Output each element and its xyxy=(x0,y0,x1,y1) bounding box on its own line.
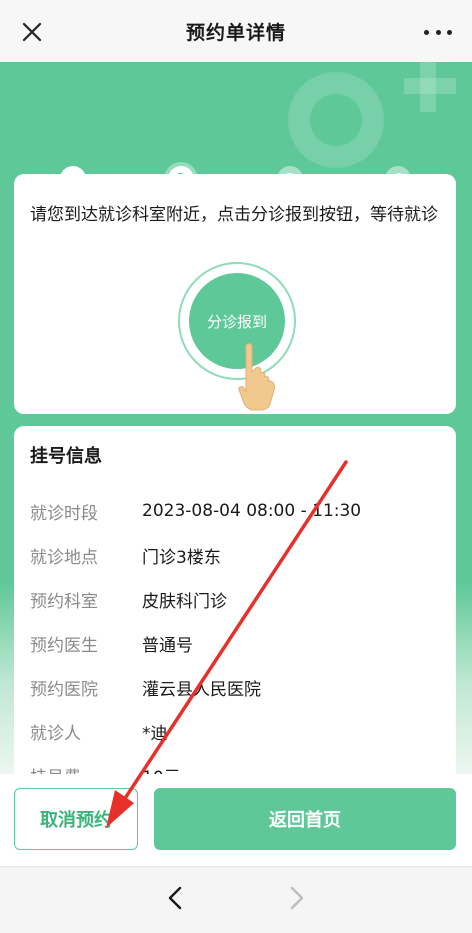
info-key: 预约科室 xyxy=(30,591,98,612)
more-dots-icon[interactable] xyxy=(424,22,452,42)
decorative-plus-icon-bar xyxy=(404,78,456,94)
registration-info-card: 挂号信息 就诊时段 2023-08-04 08:00 - 11:30 就诊地点 … xyxy=(14,426,456,786)
info-key: 就诊地点 xyxy=(30,547,98,568)
info-key: 预约医生 xyxy=(30,635,98,656)
info-value: 门诊3楼东 xyxy=(142,547,221,568)
info-value: *迪 xyxy=(142,723,168,744)
checkin-instruction: 请您到达就诊科室附近，点击分诊报到按钮，等待就诊 xyxy=(30,205,438,225)
return-home-button[interactable]: 返回首页 xyxy=(154,788,456,850)
info-row-visit-time: 就诊时段 2023-08-04 08:00 - 11:30 xyxy=(30,498,361,524)
back-arrow-icon[interactable] xyxy=(162,883,190,913)
info-value: 皮肤科门诊 xyxy=(142,591,227,612)
browser-toolbar xyxy=(0,866,472,933)
info-row-doctor: 预约医生 普通号 xyxy=(30,630,193,656)
info-row-department: 预约科室 皮肤科门诊 xyxy=(30,586,227,612)
info-value: 灌云县人民医院 xyxy=(142,679,261,700)
pointing-hand-icon xyxy=(238,343,275,411)
top-nav-bar: 预约单详情 xyxy=(0,0,472,62)
close-icon[interactable] xyxy=(18,18,46,46)
info-value: 2023-08-04 08:00 - 11:30 xyxy=(142,501,362,521)
info-row-location: 就诊地点 门诊3楼东 xyxy=(30,542,221,568)
info-value: 普通号 xyxy=(142,635,193,656)
cancel-appointment-button[interactable]: 取消预约 xyxy=(14,788,138,850)
bottom-action-bar: 取消预约 返回首页 xyxy=(0,774,472,866)
checkin-card: 请您到达就诊科室附近，点击分诊报到按钮，等待就诊 分诊报到 xyxy=(14,174,456,414)
info-key: 就诊时段 xyxy=(30,503,98,524)
info-key: 就诊人 xyxy=(30,723,81,744)
decorative-ring xyxy=(288,72,384,168)
registration-info-title: 挂号信息 xyxy=(30,446,102,467)
page-title: 预约单详情 xyxy=(185,21,286,44)
forward-arrow-icon[interactable] xyxy=(282,883,310,913)
info-row-patient: 就诊人 *迪 xyxy=(30,718,168,744)
info-row-hospital: 预约医院 灌云县人民医院 xyxy=(30,674,261,700)
info-key: 预约医院 xyxy=(30,679,98,700)
